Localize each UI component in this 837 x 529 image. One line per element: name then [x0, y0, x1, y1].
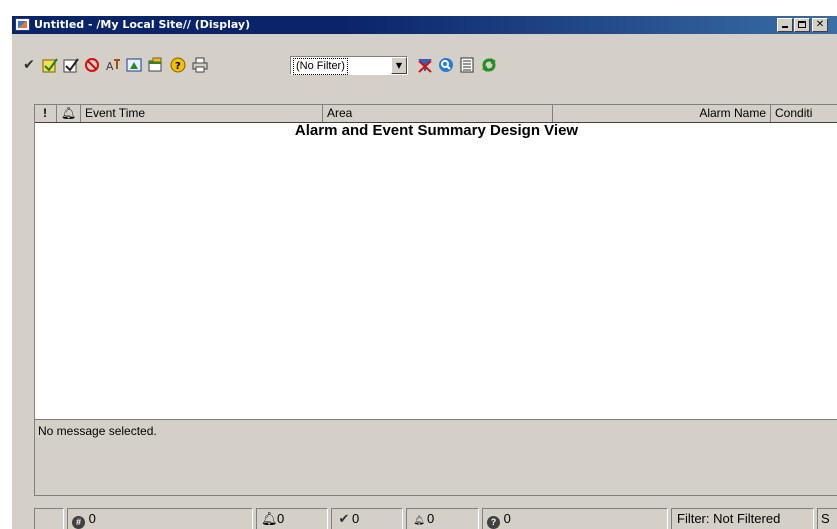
acknowledge-page-icon[interactable] — [41, 56, 59, 74]
status-alarm-count: 🔔︎0 — [256, 508, 328, 529]
status-blank — [34, 508, 64, 529]
help-icon[interactable]: ? — [169, 56, 187, 74]
status-acked-count: ✔ 0 — [331, 508, 403, 529]
acknowledged-icon: ✔ — [338, 511, 350, 526]
unknown-count-value: 0 — [503, 511, 511, 526]
acked-count-value: 0 — [352, 511, 360, 526]
suppress-icon[interactable]: A — [104, 56, 122, 74]
status-total-count: # 0 — [67, 508, 253, 529]
grid-header: ! 🔔︎ Event Time Area Alarm Name Conditi — [35, 105, 837, 123]
small-bell-icon: 🔔︎ — [413, 515, 425, 525]
alarm-grid[interactable]: ! 🔔︎ Event Time Area Alarm Name Conditi … — [34, 104, 837, 419]
alarm-summary-window: Untitled - /My Local Site// (Display) ✕ … — [11, 15, 837, 529]
status-bar: # 0 🔔︎0 ✔ 0 🔔︎ 0 ? 0 Filter: Not Filtered … — [34, 508, 837, 529]
alarm-count-value: 0 — [277, 511, 285, 526]
total-count-value: 0 — [88, 511, 96, 526]
chevron-down-icon[interactable]: ▼ — [391, 57, 407, 74]
search-icon[interactable] — [437, 56, 455, 74]
column-bell[interactable]: 🔔︎ — [57, 105, 81, 122]
disable-icon[interactable] — [83, 56, 101, 74]
column-priority[interactable]: ! — [35, 105, 57, 122]
toolbar: ✔ A ? (No Filter) ▼ — [12, 34, 837, 86]
title-bar[interactable]: Untitled - /My Local Site// (Display) ✕ — [12, 16, 837, 34]
bell-icon: 🔔︎ — [60, 106, 77, 120]
close-button[interactable]: ✕ — [812, 18, 828, 32]
refresh-icon[interactable] — [480, 56, 498, 74]
list-icon[interactable] — [458, 56, 476, 74]
maximize-button[interactable] — [794, 18, 810, 32]
column-area[interactable]: Area — [323, 105, 553, 122]
filter-value: (No Filter) — [293, 58, 348, 75]
design-view-title: Alarm and Event Summary Design View — [294, 122, 579, 139]
column-alarm-name[interactable]: Alarm Name — [553, 105, 771, 122]
properties-icon[interactable] — [146, 56, 164, 74]
column-event-time[interactable]: Event Time — [81, 105, 323, 122]
bell-icon: 🔔︎ — [261, 511, 278, 526]
svg-text:A: A — [106, 60, 114, 73]
acknowledge-selected-icon[interactable] — [62, 56, 80, 74]
print-icon[interactable] — [191, 56, 209, 74]
app-icon — [15, 18, 30, 31]
minimize-button[interactable] — [777, 18, 793, 32]
status-filter: Filter: Not Filtered — [671, 508, 814, 529]
status-extra: S — [817, 508, 837, 529]
svg-text:?: ? — [175, 61, 181, 72]
details-message: No message selected. — [38, 424, 157, 438]
message-details-pane: No message selected. — [34, 419, 837, 496]
status-low-count: 🔔︎ 0 — [406, 508, 479, 529]
question-circle-icon: ? — [487, 516, 500, 529]
total-count-icon: # — [72, 516, 85, 529]
shelve-icon[interactable] — [125, 56, 143, 74]
status-unknown-count: ? 0 — [482, 508, 668, 529]
acknowledge-icon[interactable]: ✔ — [20, 56, 38, 74]
window-title: Untitled - /My Local Site// (Display) — [34, 18, 251, 31]
low-count-value: 0 — [427, 511, 435, 526]
clear-filter-icon[interactable] — [416, 56, 434, 74]
filter-dropdown[interactable]: (No Filter) ▼ — [290, 56, 408, 75]
column-condition[interactable]: Conditi — [771, 105, 837, 122]
